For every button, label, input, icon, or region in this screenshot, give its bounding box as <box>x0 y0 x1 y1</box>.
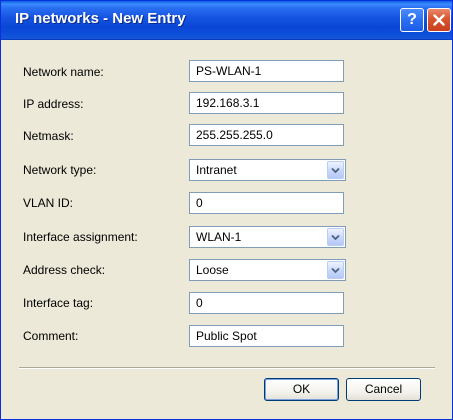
close-button[interactable] <box>427 8 451 32</box>
ip-address-field[interactable]: 192.168.3.1 <box>189 92 344 114</box>
dialog-body: Network name: PS-WLAN-1 IP address: 192.… <box>1 40 452 419</box>
comment-label: Comment: <box>23 329 79 343</box>
cancel-button-label: Cancel <box>364 382 403 396</box>
ok-button-label: OK <box>292 382 311 396</box>
network-name-field[interactable]: PS-WLAN-1 <box>189 60 344 82</box>
interface-assignment-select[interactable]: WLAN-1 <box>189 226 346 248</box>
network-type-value: Intranet <box>196 163 237 177</box>
network-type-dropdown-button[interactable] <box>327 161 344 179</box>
network-name-label: Network name: <box>23 65 104 79</box>
interface-tag-label: Interface tag: <box>23 296 94 310</box>
vlan-id-field[interactable]: 0 <box>189 192 344 214</box>
network-type-label: Network type: <box>23 163 97 177</box>
dialog-window: IP networks - New Entry ? Network name: … <box>0 0 453 420</box>
interface-tag-field[interactable]: 0 <box>189 292 344 314</box>
vlan-id-label: VLAN ID: <box>23 196 74 210</box>
netmask-value: 255.255.255.0 <box>196 128 273 142</box>
interface-assignment-dropdown-button[interactable] <box>327 228 344 246</box>
separator-line <box>19 367 435 369</box>
ip-address-label: IP address: <box>23 97 84 111</box>
netmask-label: Netmask: <box>23 129 74 143</box>
interface-tag-value: 0 <box>196 296 203 310</box>
netmask-field[interactable]: 255.255.255.0 <box>189 124 344 146</box>
address-check-select[interactable]: Loose <box>189 259 346 281</box>
ok-button[interactable]: OK <box>264 378 339 401</box>
network-type-select[interactable]: Intranet <box>189 159 346 181</box>
help-button[interactable]: ? <box>400 8 424 32</box>
cancel-button[interactable]: Cancel <box>346 378 421 401</box>
chevron-down-icon <box>331 267 340 274</box>
interface-assignment-label: Interface assignment: <box>23 230 138 244</box>
ip-address-value: 192.168.3.1 <box>196 96 260 110</box>
network-name-value: PS-WLAN-1 <box>196 64 262 78</box>
chevron-down-icon <box>331 234 340 241</box>
close-icon <box>433 14 445 26</box>
comment-field[interactable]: Public Spot <box>189 325 344 347</box>
chevron-down-icon <box>331 167 340 174</box>
vlan-id-value: 0 <box>196 196 203 210</box>
address-check-label: Address check: <box>23 263 106 277</box>
comment-value: Public Spot <box>196 329 257 343</box>
interface-assignment-value: WLAN-1 <box>196 230 242 244</box>
address-check-dropdown-button[interactable] <box>327 261 344 279</box>
help-icon: ? <box>407 11 417 28</box>
window-title: IP networks - New Entry <box>15 10 186 27</box>
address-check-value: Loose <box>196 263 229 277</box>
title-bar[interactable]: IP networks - New Entry ? <box>1 1 452 40</box>
